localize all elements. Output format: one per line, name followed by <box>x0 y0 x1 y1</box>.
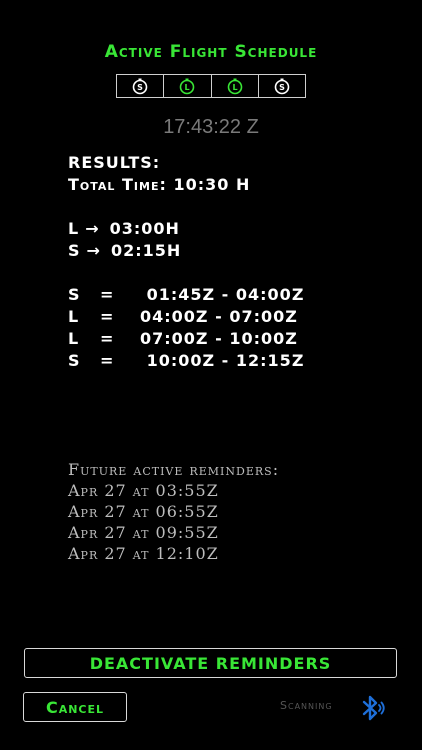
stopwatch-icon: L <box>227 78 242 95</box>
page-title: Active Flight Schedule <box>104 42 318 62</box>
schedule-row: S = 10:00Z - 12:15Z <box>68 350 304 372</box>
schedule-range: 07:00Z - 10:00Z <box>140 329 298 348</box>
schedule-row: S = 01:45Z - 04:00Z <box>68 284 304 306</box>
duration-key: S <box>68 241 81 260</box>
segment-label: L <box>185 83 190 92</box>
stopwatch-icon: L <box>180 78 195 95</box>
schedule-eq: = <box>100 307 115 326</box>
reminder-item: Apr 27 at 06:55Z <box>68 502 219 521</box>
scanning-status: Scanning <box>280 699 333 712</box>
schedule-key: L <box>68 307 80 326</box>
schedule-key: S <box>68 351 81 370</box>
reminder-item: Apr 27 at 09:55Z <box>68 523 219 542</box>
schedule-segment-bar: S L L S <box>116 74 306 98</box>
bluetooth-icon[interactable] <box>356 694 386 722</box>
reminder-item: Apr 27 at 03:55Z <box>68 481 219 500</box>
segment-s-1[interactable]: S <box>117 75 165 97</box>
segment-label: S <box>279 83 285 92</box>
schedule-range: 04:00Z - 07:00Z <box>140 307 298 326</box>
duration-key: L <box>68 219 80 238</box>
schedule-range: 01:45Z - 04:00Z <box>140 285 305 304</box>
future-reminders: Future active reminders: Apr 27 at 03:55… <box>68 459 279 564</box>
utc-clock: 17:43:22 Z <box>163 116 259 138</box>
reminder-item: Apr 27 at 12:10Z <box>68 544 219 563</box>
stopwatch-icon: S <box>274 78 290 95</box>
cancel-button[interactable]: Cancel <box>23 692 127 722</box>
schedule-eq: = <box>100 285 115 304</box>
total-time: Total Time: 10:30 H <box>68 175 251 194</box>
schedule-key: L <box>68 329 80 348</box>
duration-row: S → 02:15H <box>68 240 304 262</box>
schedule-eq: = <box>100 351 115 370</box>
schedule-range: 10:00Z - 12:15Z <box>140 351 305 370</box>
duration-row: L → 03:00H <box>68 218 304 240</box>
results-heading: RESULTS: <box>68 153 161 172</box>
schedule-key: S <box>68 285 81 304</box>
arrow-icon: → <box>86 241 101 260</box>
segment-s-2[interactable]: S <box>259 75 305 97</box>
schedule-eq: = <box>100 329 115 348</box>
schedule-row: L = 04:00Z - 07:00Z <box>68 306 304 328</box>
results-panel: RESULTS: Total Time: 10:30 H L → 03:00H … <box>68 152 304 372</box>
schedule-row: L = 07:00Z - 10:00Z <box>68 328 304 350</box>
duration-value: 02:15H <box>110 241 182 260</box>
deactivate-reminders-button[interactable]: DEACTIVATE REMINDERS <box>24 648 397 678</box>
segment-l-2[interactable]: L <box>212 75 259 97</box>
segment-label: L <box>232 83 237 92</box>
segment-label: S <box>137 83 143 92</box>
stopwatch-icon: S <box>132 78 148 95</box>
future-reminders-heading: Future active reminders: <box>68 460 280 479</box>
arrow-icon: → <box>85 219 100 238</box>
duration-value: 03:00H <box>109 219 180 238</box>
segment-l-1[interactable]: L <box>164 75 212 97</box>
